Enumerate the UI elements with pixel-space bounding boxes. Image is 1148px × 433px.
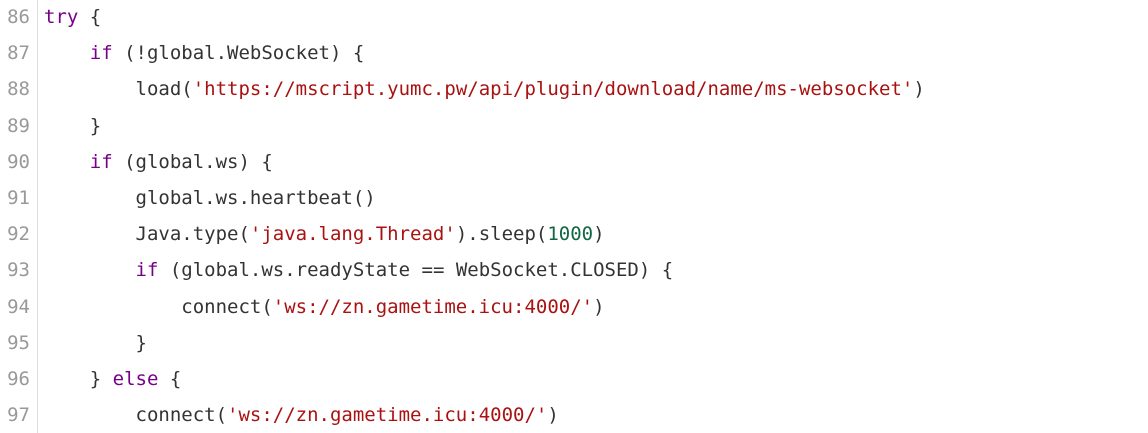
code-token-txt: (global.ws.readyState == WebSocket.CLOSE… [158,259,674,282]
code-token-str: 'ws://zn.gametime.icu:4000/' [272,295,594,318]
code-token-txt: ).sleep( [455,223,548,246]
code-token-txt: ) [547,404,559,427]
code-text: if (global.ws) { [44,144,273,180]
code-text: load('https://mscript.yumc.pw/api/plugin… [44,71,925,107]
code-token-kw: else [112,368,159,390]
code-line[interactable]: 96 } else { [0,361,1148,397]
code-token-txt: } [44,368,113,390]
code-text: } [44,325,147,361]
code-line[interactable]: 94 connect('ws://zn.gametime.icu:4000/') [0,289,1148,325]
code-token-txt: connect( [44,404,228,427]
code-token-num: 1000 [547,223,594,246]
code-token-txt: { [78,6,102,28]
line-number: 95 [7,331,30,354]
line-number: 92 [7,223,30,246]
code-token-str: 'https://mscript.yumc.pw/api/plugin/down… [192,78,914,101]
code-line[interactable]: 97 connect('ws://zn.gametime.icu:4000/') [0,397,1148,433]
code-line[interactable]: 92 Java.type('java.lang.Thread').sleep(1… [0,216,1148,252]
code-text: } else { [44,361,182,397]
code-token-txt: connect( [44,295,273,318]
code-line[interactable]: 86 try { [0,0,1148,35]
code-text: } [44,108,101,144]
code-token-txt: ) [593,223,605,246]
code-text: connect('ws://zn.gametime.icu:4000/') [44,289,605,325]
line-number: 89 [7,114,30,137]
code-token-txt: { [158,368,182,390]
code-token-kw: try [44,6,79,28]
code-token-str: 'ws://zn.gametime.icu:4000/' [227,404,548,427]
code-token-txt: global.ws.heartbeat() [44,187,376,209]
code-line[interactable]: 89 } [0,108,1148,144]
line-number: 97 [7,404,30,427]
code-text: global.ws.heartbeat() [44,180,376,216]
code-line[interactable]: 90 if (global.ws) { [0,144,1148,180]
line-number: 87 [7,42,30,65]
code-token-txt: (!global.WebSocket) { [112,42,365,65]
code-line[interactable]: 91 global.ws.heartbeat() [0,180,1148,216]
code-token-txt: } [44,114,102,137]
line-number: 96 [7,368,30,390]
code-text: try { [44,0,101,35]
code-editor[interactable]: 86 try {87 if (!global.WebSocket) {88 loa… [0,0,1148,433]
line-number: 94 [7,295,30,318]
code-token-txt: ) [913,78,925,101]
code-text: if (!global.WebSocket) { [44,35,365,71]
code-text: Java.type('java.lang.Thread').sleep(1000… [44,216,605,252]
line-number: 86 [7,6,30,28]
code-token-txt: Java.type( [44,223,250,246]
code-token-kw: if [135,259,159,282]
line-number: 88 [7,78,30,101]
code-token-txt: } [44,331,147,354]
code-token-txt: ) [593,295,605,318]
code-token-kw: if [89,150,113,173]
line-number: 90 [7,150,30,173]
code-text: if (global.ws.readyState == WebSocket.CL… [44,252,674,288]
line-number: 93 [7,259,30,282]
code-line[interactable]: 88 load('https://mscript.yumc.pw/api/plu… [0,71,1148,107]
code-text: connect('ws://zn.gametime.icu:4000/') [44,397,559,433]
code-line[interactable]: 87 if (!global.WebSocket) { [0,35,1148,71]
code-token-str: 'java.lang.Thread' [249,223,456,246]
code-line[interactable]: 95 } [0,325,1148,361]
line-number: 91 [7,187,30,209]
code-token-txt: load( [44,78,193,101]
code-token-kw: if [89,42,113,65]
code-line[interactable]: 93 if (global.ws.readyState == WebSocket… [0,252,1148,288]
code-token-txt: (global.ws) { [112,150,273,173]
